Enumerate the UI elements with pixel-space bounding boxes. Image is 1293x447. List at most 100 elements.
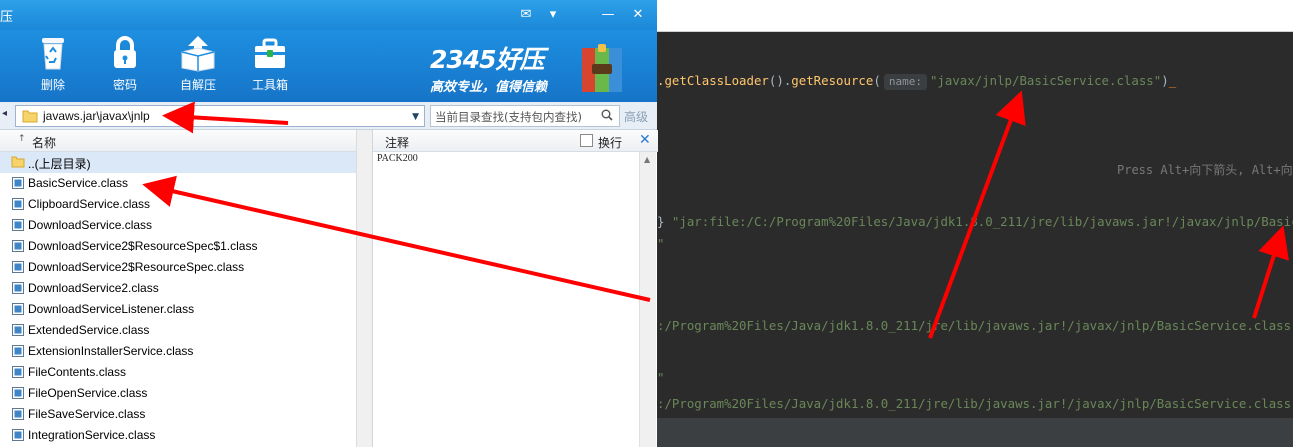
list-item[interactable]: DownloadService.class <box>0 215 356 236</box>
address-row: ◂ javaws.jar\javax\jnlp ▼ 当前目录查找(支持包内查找)… <box>0 102 657 130</box>
result-url-1: "jar:file:/C:/Program%20Files/Java/jdk1.… <box>671 214 1293 229</box>
password-button[interactable]: 密码 <box>96 34 154 98</box>
file-name: ..(上层目录) <box>28 157 91 171</box>
list-item[interactable]: DownloadServiceListener.class <box>0 299 356 320</box>
title-bar: 压 ✉ ▾ — ✕ <box>0 0 657 30</box>
folder-icon <box>22 110 38 123</box>
list-item[interactable]: IntegrationService.class <box>0 425 356 446</box>
window-title: 压 <box>0 10 14 25</box>
ide-top-bar <box>657 0 1293 32</box>
result-2-lead: " <box>657 370 665 385</box>
method-getresource: getResource <box>791 73 874 88</box>
search-input[interactable]: 当前目录查找(支持包内查找) <box>430 105 620 127</box>
file-name: DownloadService2$ResourceSpec.class <box>28 260 245 274</box>
class-file-icon <box>12 345 24 357</box>
archive-window: 压 ✉ ▾ — ✕ 删除 密码 自解压 工具箱 2345好压 高效专业，值得信赖… <box>0 0 658 447</box>
column-header-name[interactable]: ↑ 名称 <box>0 130 356 152</box>
archive-box-logo-icon <box>582 44 622 92</box>
self-extract-icon <box>181 36 215 72</box>
self-extract-button[interactable]: 自解压 <box>169 34 227 98</box>
address-bar[interactable]: javaws.jar\javax\jnlp ▼ <box>15 105 425 127</box>
list-item[interactable]: BasicService.class <box>0 173 356 194</box>
code-line-result-3[interactable]: :/Program%20Files/Java/jdk1.8.0_211/jre/… <box>657 396 1293 411</box>
file-name: ExtendedService.class <box>28 323 150 337</box>
file-name: BasicService.class <box>28 176 129 190</box>
paren-b: ( <box>873 73 881 88</box>
close-window-button[interactable]: ✕ <box>630 7 646 23</box>
skin-icon[interactable]: ✉ <box>518 7 534 23</box>
list-item-parent-directory[interactable]: ..(上层目录) <box>0 152 356 173</box>
notes-content[interactable]: PACK200 <box>377 153 418 164</box>
class-file-icon <box>12 366 24 378</box>
text-caret: _ <box>1168 73 1177 88</box>
class-file-icon <box>12 240 24 252</box>
search-icon[interactable] <box>601 109 613 121</box>
class-file-icon <box>12 408 24 420</box>
notes-panel: 注释 换行 ✕ PACK200 ▲ <box>372 130 658 447</box>
toolbox-label: 工具箱 <box>251 78 288 92</box>
close-notes-icon[interactable]: ✕ <box>639 132 651 148</box>
delete-label: 删除 <box>40 78 65 92</box>
file-name: DownloadServiceListener.class <box>28 302 195 316</box>
file-name: IntegrationService.class <box>28 428 156 442</box>
password-label: 密码 <box>112 78 137 92</box>
list-item[interactable]: ExtensionInstallerService.class <box>0 341 356 362</box>
class-file-icon <box>12 219 24 231</box>
class-file-icon <box>12 324 24 336</box>
editor-tip: Press Alt+向下箭头, Alt+向 <box>1117 163 1293 177</box>
brand-title: 2345好压 <box>430 45 545 74</box>
notes-header: 注释 换行 ✕ <box>373 130 658 152</box>
result-1-prefix: } <box>657 214 672 229</box>
code-line-getresource[interactable]: .getClassLoader().getResource(name: "java… <box>657 73 1176 90</box>
resource-path-string: "javax/jnlp/BasicService.class" <box>929 73 1162 88</box>
code-line-result-1[interactable]: } "jar:file:/C:/Program%20Files/Java/jdk… <box>657 214 1293 229</box>
file-name: DownloadService2$ResourceSpec$1.class <box>28 239 258 253</box>
list-item[interactable]: FileOpenService.class <box>0 383 356 404</box>
file-list: ↑ 名称 ..(上层目录) BasicService.class Clipboa… <box>0 130 372 447</box>
class-file-icon <box>12 429 24 441</box>
lock-icon <box>114 36 136 68</box>
param-name-hint: name: <box>883 74 927 90</box>
list-item[interactable]: DownloadService2$ResourceSpec.class <box>0 257 356 278</box>
file-name: FileSaveService.class <box>28 407 146 421</box>
file-name: FileContents.class <box>28 365 127 379</box>
list-item[interactable]: FileSaveService.class <box>0 404 356 425</box>
back-arrow-icon[interactable]: ◂ <box>2 108 7 119</box>
method-getclassloader: .getClassLoader <box>657 73 769 88</box>
delete-button[interactable]: 删除 <box>24 34 82 98</box>
file-list-scrollbar[interactable] <box>356 130 372 447</box>
recycle-bin-icon <box>42 38 64 70</box>
file-name: ClipboardService.class <box>28 197 151 211</box>
list-item[interactable]: DownloadService2$ResourceSpec$1.class <box>0 236 356 257</box>
file-name: DownloadService.class <box>28 218 153 232</box>
advanced-search-button[interactable]: 高级 <box>624 108 648 125</box>
brand-slogan: 高效专业，值得信赖 <box>430 80 548 95</box>
wrap-label: 换行 <box>598 136 623 150</box>
menu-dropdown-button[interactable]: ▾ <box>545 7 561 23</box>
sort-ascending-icon: ↑ <box>18 134 26 144</box>
scroll-up-icon[interactable]: ▲ <box>644 155 650 164</box>
address-path: javaws.jar\javax\jnlp <box>43 109 150 123</box>
column-name-label: 名称 <box>32 136 57 150</box>
toolbox-button[interactable]: 工具箱 <box>241 34 299 98</box>
class-file-icon <box>12 303 24 315</box>
wrap-checkbox[interactable] <box>580 134 593 147</box>
class-file-icon <box>12 261 24 273</box>
paren-a: (). <box>768 73 792 88</box>
file-name: FileOpenService.class <box>28 386 148 400</box>
paren-close: ) <box>1161 73 1169 88</box>
brand-logo: 2345好压 高效专业，值得信赖 <box>430 40 590 100</box>
list-item[interactable]: DownloadService2.class <box>0 278 356 299</box>
list-item[interactable]: ExtendedService.class <box>0 320 356 341</box>
notes-title: 注释 <box>385 136 410 150</box>
file-rows: ..(上层目录) BasicService.class ClipboardSer… <box>0 152 356 446</box>
self-extract-label: 自解压 <box>179 78 216 92</box>
list-item[interactable]: FileContents.class <box>0 362 356 383</box>
code-line-result-2[interactable]: :/Program%20Files/Java/jdk1.8.0_211/jre/… <box>657 318 1293 333</box>
notes-scrollbar[interactable]: ▲ <box>639 152 656 447</box>
toolbar: 删除 密码 自解压 工具箱 2345好压 高效专业，值得信赖 <box>0 30 657 102</box>
list-item[interactable]: ClipboardService.class <box>0 194 356 215</box>
address-dropdown-icon[interactable]: ▼ <box>412 112 419 122</box>
minimize-button[interactable]: — <box>600 7 616 23</box>
class-file-icon <box>12 177 24 189</box>
